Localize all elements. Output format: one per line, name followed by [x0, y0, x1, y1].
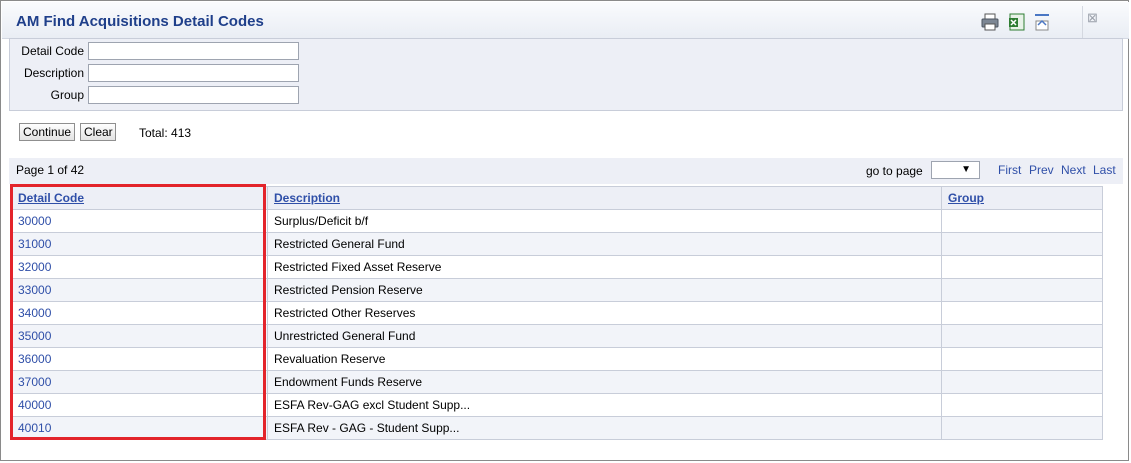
continue-button[interactable]: Continue — [19, 123, 75, 141]
detail-code-link[interactable]: 40000 — [18, 398, 51, 412]
goto-page-select[interactable]: ▼ — [931, 161, 980, 179]
table-row[interactable]: 37000 Endowment Funds Reserve — [11, 370, 1103, 394]
detail-code-link[interactable]: 34000 — [18, 306, 51, 320]
detail-code-link[interactable]: 32000 — [18, 260, 51, 274]
description-cell: ESFA Rev - GAG - Student Supp... — [267, 416, 942, 440]
description-cell: Restricted Pension Reserve — [267, 278, 942, 302]
excel-export-icon[interactable] — [1007, 12, 1027, 32]
detail-code-cell[interactable]: 37000 — [11, 370, 268, 394]
sort-detail-code-link[interactable]: Detail Code — [18, 191, 84, 205]
results-table: Detail Code Description Group 30000 Surp… — [11, 186, 1103, 440]
table-row[interactable]: 36000 Revaluation Reserve — [11, 347, 1103, 371]
description-cell: Restricted General Fund — [267, 232, 942, 256]
description-label: Description — [23, 66, 84, 80]
group-cell — [941, 347, 1103, 371]
detail-code-cell[interactable]: 33000 — [11, 278, 268, 302]
table-row[interactable]: 34000 Restricted Other Reserves — [11, 301, 1103, 325]
detail-code-cell[interactable]: 40010 — [11, 416, 268, 440]
search-panel: Detail Code Description Group — [9, 38, 1123, 111]
description-cell: Surplus/Deficit b/f — [267, 209, 942, 233]
description-cell: Restricted Fixed Asset Reserve — [267, 255, 942, 279]
detail-code-cell[interactable]: 35000 — [11, 324, 268, 348]
first-page-link[interactable]: First — [998, 163, 1021, 177]
description-cell: Unrestricted General Fund — [267, 324, 942, 348]
clear-button[interactable]: Clear — [80, 123, 116, 141]
group-cell — [941, 416, 1103, 440]
detail-code-link[interactable]: 40010 — [18, 421, 51, 435]
table-row[interactable]: 40010 ESFA Rev - GAG - Student Supp... — [11, 416, 1103, 440]
group-cell — [941, 209, 1103, 233]
collapse-icon[interactable] — [1032, 12, 1052, 32]
detail-code-link[interactable]: 33000 — [18, 283, 51, 297]
print-icon[interactable] — [980, 12, 1000, 32]
detail-code-link[interactable]: 35000 — [18, 329, 51, 343]
group-cell — [941, 301, 1103, 325]
table-row[interactable]: 30000 Surplus/Deficit b/f — [11, 209, 1103, 233]
total-count: Total: 413 — [139, 126, 192, 140]
close-icon[interactable]: ⊠ — [1087, 10, 1098, 26]
next-page-link[interactable]: Next — [1061, 163, 1086, 177]
goto-page-label: go to page — [866, 164, 923, 178]
detail-code-link[interactable]: 30000 — [18, 214, 51, 228]
detail-code-link[interactable]: 36000 — [18, 352, 51, 366]
description-cell: Endowment Funds Reserve — [267, 370, 942, 394]
prev-page-link[interactable]: Prev — [1029, 163, 1054, 177]
detail-code-cell[interactable]: 30000 — [11, 209, 268, 233]
col-header-detail-code[interactable]: Detail Code — [11, 186, 268, 210]
sort-group-link[interactable]: Group — [948, 191, 984, 205]
detail-code-label: Detail Code — [21, 44, 84, 58]
description-cell: ESFA Rev-GAG excl Student Supp... — [267, 393, 942, 417]
detail-code-link[interactable]: 37000 — [18, 375, 51, 389]
table-row[interactable]: 31000 Restricted General Fund — [11, 232, 1103, 256]
page-info: Page 1 of 42 — [16, 163, 85, 177]
table-row[interactable]: 40000 ESFA Rev-GAG excl Student Supp... — [11, 393, 1103, 417]
col-header-description[interactable]: Description — [267, 186, 942, 210]
table-header-row: Detail Code Description Group — [11, 186, 1103, 210]
group-cell — [941, 278, 1103, 302]
group-cell — [941, 370, 1103, 394]
find-detail-codes-window: AM Find Acquisitions Detail Codes ⊠ Deta… — [0, 0, 1129, 461]
col-header-group[interactable]: Group — [941, 186, 1103, 210]
pager-bar: Page 1 of 42 go to page ▼ First Prev Nex… — [9, 158, 1123, 184]
detail-code-input[interactable] — [88, 42, 299, 60]
window-title: AM Find Acquisitions Detail Codes — [16, 13, 264, 30]
detail-code-cell[interactable]: 40000 — [11, 393, 268, 417]
title-bar: AM Find Acquisitions Detail Codes ⊠ — [2, 2, 1129, 39]
table-row[interactable]: 35000 Unrestricted General Fund — [11, 324, 1103, 348]
sort-description-link[interactable]: Description — [274, 191, 340, 205]
last-page-link[interactable]: Last — [1093, 163, 1116, 177]
description-input[interactable] — [88, 64, 299, 82]
detail-code-cell[interactable]: 31000 — [11, 232, 268, 256]
detail-code-cell[interactable]: 36000 — [11, 347, 268, 371]
description-cell: Restricted Other Reserves — [267, 301, 942, 325]
toolbar-separator — [1082, 6, 1083, 38]
group-cell — [941, 255, 1103, 279]
detail-code-cell[interactable]: 32000 — [11, 255, 268, 279]
group-cell — [941, 232, 1103, 256]
chevron-down-icon: ▼ — [961, 164, 971, 175]
group-cell — [941, 393, 1103, 417]
detail-code-link[interactable]: 31000 — [18, 237, 51, 251]
group-input[interactable] — [88, 86, 299, 104]
group-cell — [941, 324, 1103, 348]
table-row[interactable]: 33000 Restricted Pension Reserve — [11, 278, 1103, 302]
table-row[interactable]: 32000 Restricted Fixed Asset Reserve — [11, 255, 1103, 279]
detail-code-cell[interactable]: 34000 — [11, 301, 268, 325]
group-label: Group — [50, 88, 84, 102]
description-cell: Revaluation Reserve — [267, 347, 942, 371]
